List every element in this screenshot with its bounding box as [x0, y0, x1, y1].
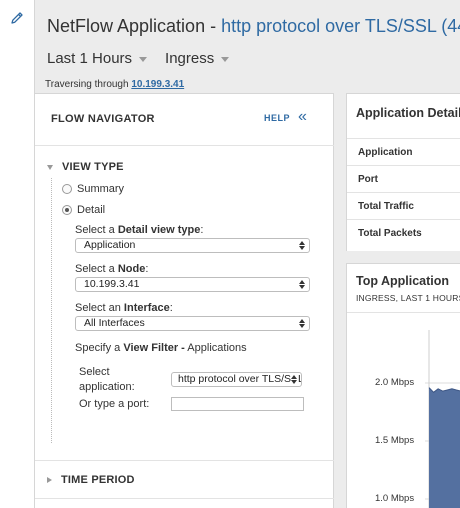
- flow-navigator-panel: FLOW NAVIGATOR HELP « VIEW TYPE Summary …: [35, 93, 334, 508]
- label-suffix: :: [169, 302, 173, 314]
- time-range-label: Last 1 Hours: [47, 50, 133, 67]
- details-row-label: Total Traffic: [358, 201, 414, 212]
- view-type-section-header[interactable]: VIEW TYPE: [47, 161, 124, 173]
- radio-button-icon: [62, 184, 72, 194]
- flow-navigator-title: FLOW NAVIGATOR: [51, 113, 155, 125]
- collapse-panel-icon[interactable]: «: [298, 108, 307, 126]
- traversing-info: Traversing through 10.199.3.41: [45, 79, 184, 90]
- details-row-total-traffic: Total Traffic: [347, 192, 460, 219]
- y-tick-label: 1.5 Mbps: [375, 435, 415, 446]
- detail-view-type-select[interactable]: Application: [75, 238, 310, 253]
- select-arrows-icon: [299, 318, 306, 329]
- application-details-title: Application Details: [356, 106, 460, 120]
- node-select[interactable]: 10.199.3.41: [75, 277, 310, 292]
- detail-view-type-label: Select a Detail view type:: [75, 224, 203, 236]
- view-type-detail-radio[interactable]: Detail: [62, 204, 105, 216]
- title-separator: -: [205, 16, 222, 36]
- y-tick-label: 2.0 Mbps: [375, 377, 415, 388]
- label-bold: View Filter -: [123, 342, 185, 354]
- time-period-section-header[interactable]: TIME PERIOD: [47, 474, 135, 486]
- chevron-down-icon: [221, 57, 230, 62]
- select-application-label-line2: application:: [79, 381, 135, 393]
- port-label: Or type a port:: [79, 398, 150, 410]
- details-row-application: Application: [347, 138, 460, 165]
- interface-label: Select an Interface:: [75, 302, 173, 314]
- details-row-label: Application: [358, 147, 413, 158]
- chevron-down-icon: [139, 57, 148, 62]
- details-row-label: Port: [358, 174, 378, 185]
- label-bold: Detail view type: [117, 224, 201, 236]
- section-divider: [35, 460, 334, 461]
- section-divider: [35, 498, 334, 499]
- collapsed-triangle-icon: [47, 477, 52, 483]
- node-label: Select a Node:: [75, 263, 148, 275]
- page-header: NetFlow Application - http protocol over…: [35, 0, 460, 93]
- node-value: 10.199.3.41: [84, 278, 140, 290]
- left-rail: [0, 0, 35, 508]
- filter-row: Last 1 Hours Ingress: [47, 50, 230, 67]
- interface-value: All Interfaces: [84, 317, 145, 329]
- page-title-text: NetFlow Application: [47, 16, 206, 36]
- entity-title: http protocol over TLS/SSL (443): [221, 16, 460, 36]
- select-arrows-icon: [291, 374, 298, 385]
- view-filter-label: Specify a View Filter - Applications: [75, 342, 247, 354]
- application-value: http protocol over TLS/SSL (443): [178, 373, 302, 385]
- time-range-dropdown[interactable]: Last 1 Hours: [47, 50, 148, 67]
- traversing-label: Traversing through: [45, 79, 129, 90]
- label-prefix: Select a: [75, 263, 118, 275]
- flow-navigator-header: FLOW NAVIGATOR HELP «: [35, 94, 334, 146]
- radio-button-selected-icon: [62, 205, 72, 215]
- select-arrows-icon: [299, 279, 306, 290]
- detail-option-label: Detail: [77, 204, 106, 216]
- interface-select[interactable]: All Interfaces: [75, 316, 310, 331]
- label-suffix: Applications: [184, 342, 247, 354]
- detail-view-type-value: Application: [84, 239, 136, 251]
- expand-triangle-icon: [47, 164, 53, 170]
- edit-button[interactable]: [6, 7, 28, 29]
- help-link[interactable]: HELP: [264, 113, 290, 123]
- label-bold: Interface: [123, 302, 170, 314]
- chart-area-series[interactable]: [429, 387, 460, 508]
- label-suffix: :: [145, 263, 149, 275]
- view-type-summary-radio[interactable]: Summary: [62, 183, 124, 195]
- time-period-heading: TIME PERIOD: [61, 474, 135, 486]
- traversing-node-link[interactable]: 10.199.3.41: [131, 79, 184, 90]
- section-guide-line: [51, 178, 52, 443]
- label-prefix: Select an: [75, 302, 124, 314]
- label-prefix: Select a: [75, 224, 118, 236]
- pencil-icon: [11, 12, 23, 24]
- page-title: NetFlow Application - http protocol over…: [47, 16, 460, 37]
- label-bold: Node: [117, 263, 146, 275]
- view-type-heading: VIEW TYPE: [62, 161, 124, 173]
- top-application-panel: Top Application INGRESS, LAST 1 HOURS, 2…: [346, 263, 460, 508]
- direction-label: Ingress: [165, 50, 215, 67]
- label-prefix: Specify a: [75, 342, 124, 354]
- details-row-port: Port: [347, 165, 460, 192]
- application-details-panel: Application Details Application Port Tot…: [346, 93, 460, 251]
- details-row-label: Total Packets: [358, 228, 422, 239]
- select-arrows-icon: [299, 240, 306, 251]
- direction-dropdown[interactable]: Ingress: [165, 50, 230, 67]
- select-application-label-line1: Select: [79, 366, 110, 378]
- application-select[interactable]: http protocol over TLS/SSL (443): [171, 372, 302, 387]
- label-suffix: :: [200, 224, 204, 236]
- y-tick-label: 1.0 Mbps: [375, 493, 415, 504]
- port-input[interactable]: [171, 397, 304, 411]
- details-row-total-packets: Total Packets: [347, 219, 460, 246]
- summary-option-label: Summary: [77, 183, 125, 195]
